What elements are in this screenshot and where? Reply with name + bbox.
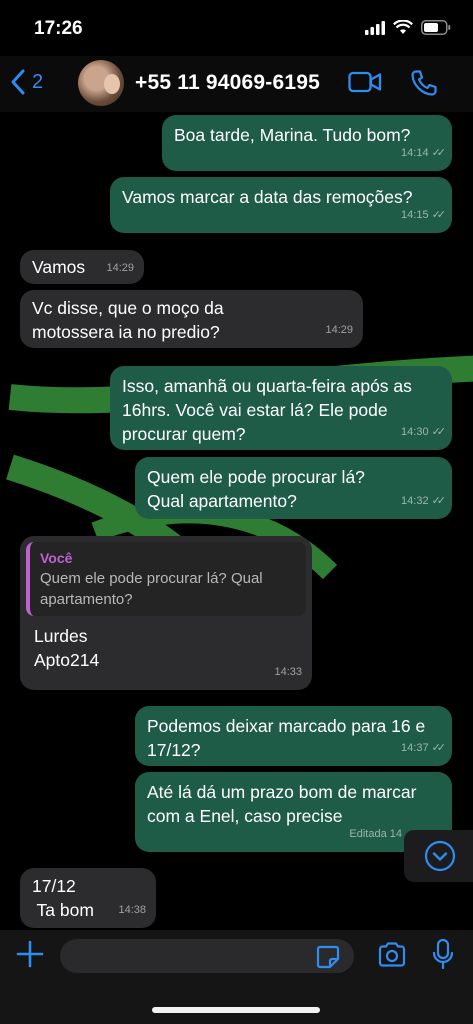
message-edited-time: Editada 14	[349, 828, 402, 840]
read-ticks-icon: ✓✓	[431, 426, 447, 438]
status-time: 17:26	[34, 18, 83, 39]
message-time: 14:32	[401, 495, 429, 507]
message-bubble-incoming[interactable]: Vc disse, que o moço da motossera ia no …	[20, 290, 363, 348]
message-time: 14:29	[106, 262, 134, 274]
wifi-icon	[393, 20, 413, 34]
contact-name[interactable]: +55 11 94069-6195	[135, 71, 320, 95]
message-time: 14:38	[118, 904, 146, 916]
avatar[interactable]	[78, 60, 124, 106]
read-ticks-icon: ✓✓	[431, 495, 447, 507]
scroll-to-bottom-button[interactable]	[404, 830, 473, 882]
message-text: Quem ele pode procurar lá? Qual apartame…	[147, 467, 365, 511]
message-time: 14:29	[325, 324, 353, 336]
message-text: Vamos	[32, 257, 86, 277]
message-line: 17/12	[32, 876, 76, 896]
message-meta: 14:30 ✓✓	[401, 420, 447, 444]
message-meta: 14:14 ✓✓	[401, 141, 447, 165]
microphone-icon[interactable]	[432, 938, 454, 970]
message-time: 14:30	[401, 426, 429, 438]
message-input[interactable]	[60, 939, 354, 973]
unread-count: 2	[32, 70, 44, 93]
message-text: Vamos marcar a data das remoções?	[122, 187, 413, 207]
read-ticks-icon: ✓✓	[431, 147, 447, 159]
home-indicator	[152, 1007, 320, 1013]
chevron-down-circle-icon	[424, 840, 456, 872]
message-time: 14:15	[401, 209, 429, 221]
message-text: Até lá dá um prazo bom de marcar com a E…	[147, 782, 417, 826]
read-ticks-icon: ✓✓	[431, 209, 447, 221]
plus-icon[interactable]	[16, 940, 44, 968]
message-meta: 14:37 ✓✓	[401, 736, 447, 760]
message-text: Boa tarde, Marina. Tudo bom?	[174, 125, 411, 145]
battery-icon	[421, 20, 451, 35]
message-bubble-outgoing[interactable]: Boa tarde, Marina. Tudo bom? 14:14 ✓✓	[162, 115, 452, 171]
message-bubble-incoming[interactable]: Vamos 14:29	[20, 250, 144, 284]
video-camera-icon[interactable]	[348, 70, 382, 94]
message-text: Lurdes Apto214	[26, 624, 306, 672]
message-meta: 14:32 ✓✓	[401, 489, 447, 513]
message-bubble-outgoing[interactable]: Isso, amanhã ou quarta-feira após as 16h…	[110, 366, 452, 450]
message-time: 14:14	[401, 147, 429, 159]
message-text: Isso, amanhã ou quarta-feira após as 16h…	[122, 376, 412, 444]
status-icons	[365, 20, 451, 35]
message-line: Lurdes	[34, 626, 88, 646]
chat-header: 2 +55 11 94069-6195	[0, 56, 473, 112]
message-meta: 14:15 ✓✓	[401, 203, 447, 227]
quoted-message[interactable]: Você Quem ele pode procurar lá? Qual apa…	[26, 542, 306, 616]
message-bubble-incoming[interactable]: 17/12 Ta bom 14:38	[20, 868, 156, 928]
sticker-icon[interactable]	[316, 945, 340, 969]
message-bubble-outgoing[interactable]: Quem ele pode procurar lá? Qual apartame…	[135, 457, 452, 519]
message-text: Vc disse, que o moço da motossera ia no …	[32, 298, 224, 342]
message-bubble-outgoing[interactable]: Vamos marcar a data das remoções? 14:15 ✓…	[110, 177, 452, 233]
phone-icon[interactable]	[410, 69, 438, 97]
status-bar: 17:26	[0, 0, 473, 56]
message-bubble-incoming-reply[interactable]: Você Quem ele pode procurar lá? Qual apa…	[20, 536, 312, 690]
composer-bar	[0, 930, 473, 1024]
quote-author: Você	[40, 550, 73, 566]
quote-text: Quem ele pode procurar lá? Qual apartame…	[40, 570, 263, 608]
chevron-left-icon	[11, 69, 25, 95]
message-text: Podemos deixar marcado para 16 e 17/12?	[147, 716, 426, 760]
message-bubble-outgoing[interactable]: Podemos deixar marcado para 16 e 17/12? …	[135, 706, 452, 766]
message-list[interactable]: Boa tarde, Marina. Tudo bom? 14:14 ✓✓ Vam…	[0, 112, 473, 930]
message-time: 14:37	[401, 742, 429, 754]
message-time: 14:33	[274, 666, 302, 678]
camera-icon[interactable]	[377, 942, 407, 968]
message-line: Apto214	[34, 650, 100, 670]
back-button[interactable]: 2	[10, 69, 43, 95]
read-ticks-icon: ✓✓	[431, 742, 447, 754]
cellular-signal-icon	[365, 20, 385, 35]
